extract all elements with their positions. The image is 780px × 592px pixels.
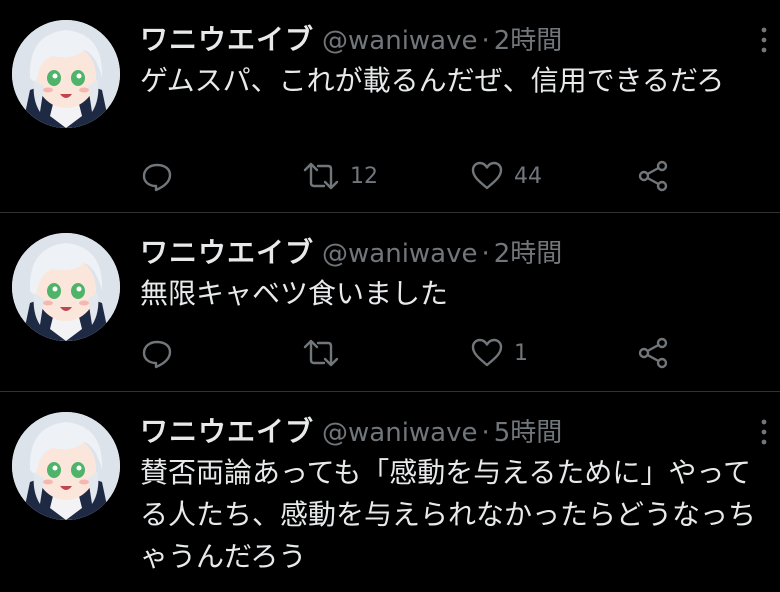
retweet-button[interactable]: 12 [302, 156, 378, 196]
reply-icon [140, 336, 174, 370]
reply-button[interactable] [140, 156, 184, 196]
like-count: 44 [514, 163, 542, 189]
separator: · [481, 26, 490, 56]
more-icon[interactable] [752, 22, 776, 62]
like-button[interactable]: 1 [470, 333, 528, 373]
retweet-icon [302, 159, 340, 193]
tweet-header: ワニウエイブ @waniwave · 2時間 [140, 233, 562, 273]
tweet[interactable]: ワニウエイブ @waniwave · 2時間 無限キャベツ食いました 1 [0, 213, 780, 391]
reply-icon [140, 159, 174, 193]
timestamp[interactable]: 5時間 [494, 418, 563, 448]
share-icon [636, 336, 670, 370]
display-name[interactable]: ワニウエイブ [140, 23, 314, 56]
share-button[interactable] [636, 333, 670, 373]
user-handle[interactable]: @waniwave [322, 418, 477, 448]
avatar[interactable] [12, 412, 120, 520]
heart-icon [470, 336, 504, 370]
display-name[interactable]: ワニウエイブ [140, 236, 314, 269]
tweet[interactable]: ワニウエイブ @waniwave · 2時間 ゲムスパ、これが載るんだぜ、信用できるだ… [0, 0, 780, 212]
retweet-button[interactable] [302, 333, 350, 373]
separator: · [481, 239, 490, 269]
timeline: ワニウエイブ @waniwave · 2時間 ゲムスパ、これが載るんだぜ、信用できるだ… [0, 0, 780, 592]
retweet-icon [302, 336, 340, 370]
tweet-text: ゲムスパ、これが載るんだぜ、信用できるだろ [140, 64, 725, 97]
share-button[interactable] [636, 156, 670, 196]
tweet[interactable]: ワニウエイブ @waniwave · 5時間 賛否両論あっても「感動を与えるために」や… [0, 392, 780, 592]
timestamp[interactable]: 2時間 [494, 239, 563, 269]
heart-icon [470, 159, 504, 193]
like-count: 1 [514, 340, 528, 366]
reply-button[interactable] [140, 333, 184, 373]
user-handle[interactable]: @waniwave [322, 26, 477, 56]
avatar[interactable] [12, 233, 120, 341]
tweet-header: ワニウエイブ @waniwave · 2時間 [140, 20, 562, 60]
separator: · [481, 418, 490, 448]
avatar[interactable] [12, 20, 120, 128]
action-bar: 12 44 [140, 156, 760, 196]
display-name[interactable]: ワニウエイブ [140, 415, 314, 448]
action-bar: 1 [140, 333, 760, 373]
user-handle[interactable]: @waniwave [322, 239, 477, 269]
more-icon[interactable] [752, 414, 776, 454]
tweet-header: ワニウエイブ @waniwave · 5時間 [140, 412, 562, 452]
like-button[interactable]: 44 [470, 156, 542, 196]
tweet-text: 無限キャベツ食いました [140, 277, 449, 310]
tweet-text: 賛否両論あっても「感動を与えるために」やってる人たち、感動を与えられなかったらど… [140, 456, 757, 573]
share-icon [636, 159, 670, 193]
timestamp[interactable]: 2時間 [494, 26, 563, 56]
retweet-count: 12 [350, 163, 378, 189]
